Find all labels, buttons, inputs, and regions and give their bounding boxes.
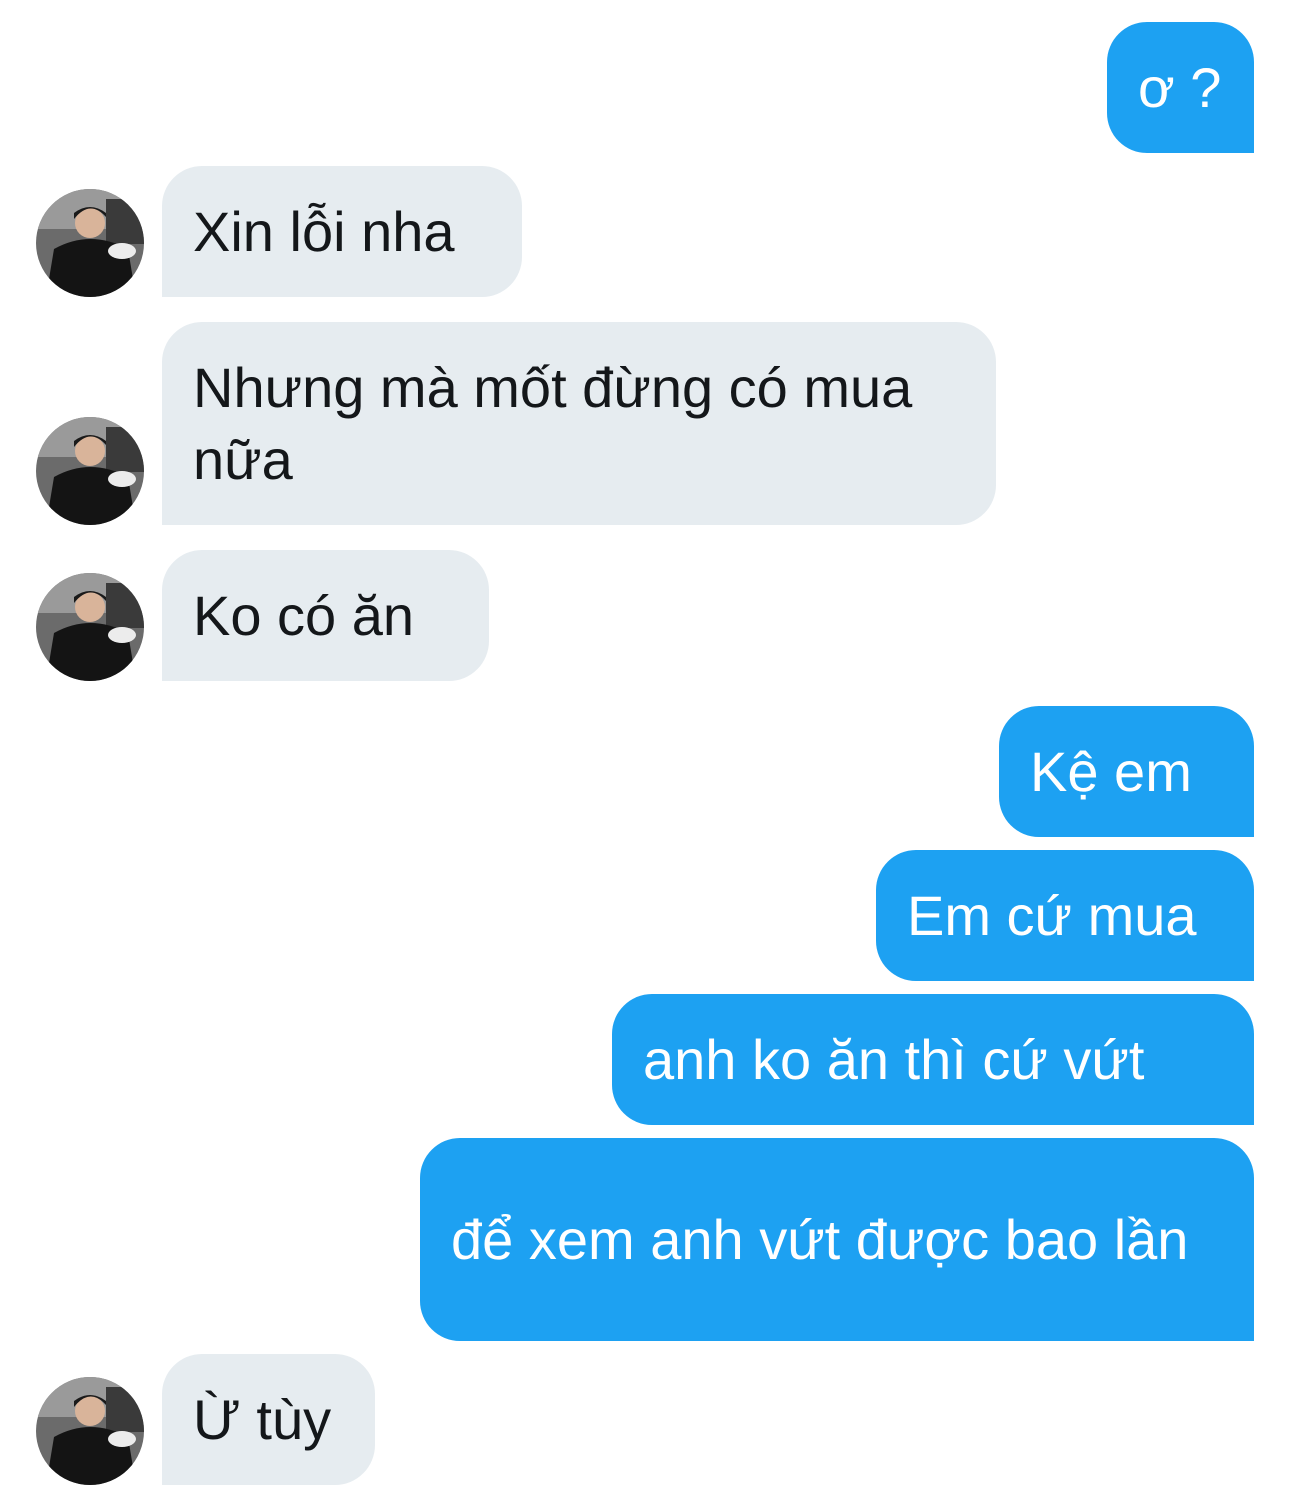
message-bubble-sent[interactable]: Em cứ mua <box>876 850 1254 981</box>
message-bubble-received[interactable]: Ừ tùy <box>162 1354 375 1485</box>
message-bubble-sent[interactable]: ơ ? <box>1107 22 1254 153</box>
avatar-icon[interactable] <box>36 417 144 525</box>
message-bubble-received[interactable]: Nhưng mà mốt đừng có mua nữa <box>162 322 996 525</box>
avatar-icon[interactable] <box>36 1377 144 1485</box>
avatar-icon[interactable] <box>36 573 144 681</box>
avatar-icon[interactable] <box>36 189 144 297</box>
message-bubble-received[interactable]: Xin lỗi nha <box>162 166 522 297</box>
message-bubble-sent[interactable]: Kệ em <box>999 706 1254 837</box>
message-bubble-received[interactable]: Ko có ăn <box>162 550 489 681</box>
message-bubble-sent[interactable]: để xem anh vứt được bao lần <box>420 1138 1254 1341</box>
message-bubble-sent[interactable]: anh ko ăn thì cứ vứt <box>612 994 1254 1125</box>
